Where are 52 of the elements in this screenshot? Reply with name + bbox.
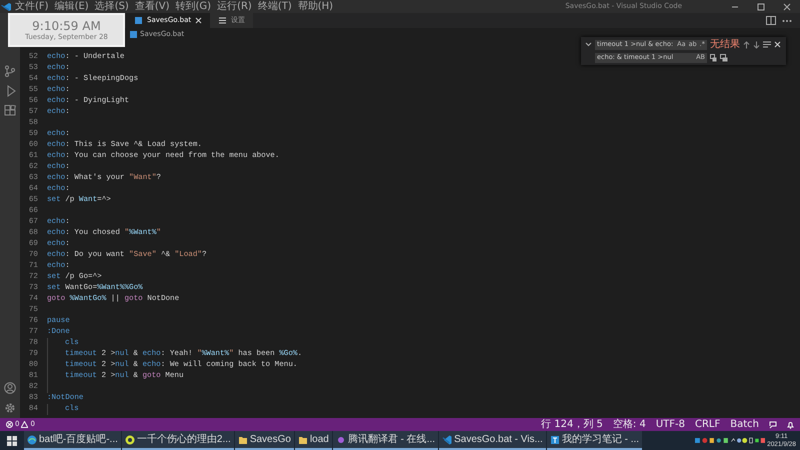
source-control-icon[interactable] <box>4 65 16 77</box>
close-icon[interactable] <box>774 41 781 48</box>
status-item[interactable]: Batch <box>730 417 759 432</box>
status-item[interactable]: UTF-8 <box>656 417 685 432</box>
more-icon[interactable] <box>782 18 792 22</box>
taskbar-button[interactable]: 腾讯翻译君 - 在线... <box>332 431 438 450</box>
menu-item[interactable]: 转到(G) <box>172 0 214 12</box>
menu-item[interactable]: 查看(V) <box>132 0 172 12</box>
taskbar-button[interactable]: SavesGo.bat - Vis... <box>439 431 546 450</box>
lines-icon <box>218 16 228 25</box>
replace-icon[interactable] <box>710 54 717 62</box>
warning-icon <box>21 421 28 428</box>
dot-icon <box>336 434 346 444</box>
folder-icon <box>238 434 248 444</box>
account-icon[interactable] <box>4 382 16 394</box>
split-editor-icon[interactable] <box>766 16 776 25</box>
result-text: 无结果 <box>710 39 740 50</box>
feedback-icon[interactable] <box>769 420 777 428</box>
menu-item[interactable]: 编辑(E) <box>52 0 92 12</box>
menu-item[interactable]: 选择(S) <box>92 0 132 12</box>
arrow-up-icon[interactable] <box>743 40 750 48</box>
tray-icons-drawing <box>695 436 766 445</box>
browser-icon <box>27 434 37 444</box>
menu-item[interactable]: 帮助(H) <box>294 0 336 12</box>
settings-icon[interactable] <box>4 402 16 414</box>
close-icon[interactable] <box>195 17 202 24</box>
arrow-down-icon[interactable] <box>753 40 760 48</box>
status-item[interactable]: CRLF <box>694 417 720 432</box>
circle-app-icon <box>124 434 135 444</box>
selection-icon[interactable] <box>763 41 771 48</box>
taskbar-button[interactable]: SavesGo <box>234 431 294 450</box>
bell-icon[interactable] <box>787 420 794 428</box>
taskbar-button[interactable]: 我的学习笔记 - ... <box>546 431 642 450</box>
clock-time: 9:10:59 AM <box>32 18 101 32</box>
taskbar-button[interactable]: 一千个伤心的理由2... <box>122 431 234 450</box>
status-item[interactable]: 空格: 4 <box>612 417 646 432</box>
menu-item[interactable]: 运行(R) <box>214 0 255 12</box>
windows-start-icon[interactable] <box>7 436 17 446</box>
restore-icon[interactable] <box>755 2 767 12</box>
taskbar-button[interactable]: load <box>294 431 332 450</box>
error-icon <box>6 421 13 428</box>
note-icon <box>550 434 560 444</box>
vscode-logo-icon <box>0 2 12 12</box>
vscode-logo-icon <box>442 434 452 444</box>
extensions-icon[interactable] <box>4 105 16 117</box>
folder-icon <box>298 434 308 444</box>
menu-item[interactable]: 文件(F) <box>12 0 52 12</box>
status-item[interactable]: 行 124，列 5 <box>541 417 603 432</box>
close-icon[interactable] <box>781 2 793 12</box>
replace-all-icon[interactable] <box>720 54 728 62</box>
menu-item[interactable]: 终端(T) <box>254 0 295 12</box>
taskbar-button[interactable]: bat吧-百度贴吧-... <box>24 431 121 450</box>
